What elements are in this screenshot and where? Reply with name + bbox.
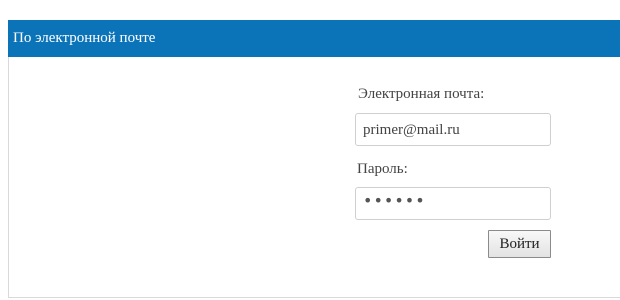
password-value: •••••• bbox=[363, 191, 426, 210]
login-page: По электронной почте Электронная почта: … bbox=[0, 0, 620, 300]
email-field[interactable]: primer@mail.ru bbox=[355, 113, 551, 146]
panel-header: По электронной почте bbox=[8, 20, 620, 57]
panel-title: По электронной почте bbox=[13, 30, 156, 46]
email-label: Электронная почта: bbox=[358, 86, 485, 102]
login-button[interactable]: Войти bbox=[488, 230, 551, 258]
password-field[interactable]: •••••• bbox=[355, 187, 551, 220]
email-value: primer@mail.ru bbox=[363, 122, 460, 138]
password-label: Пароль: bbox=[357, 161, 408, 177]
